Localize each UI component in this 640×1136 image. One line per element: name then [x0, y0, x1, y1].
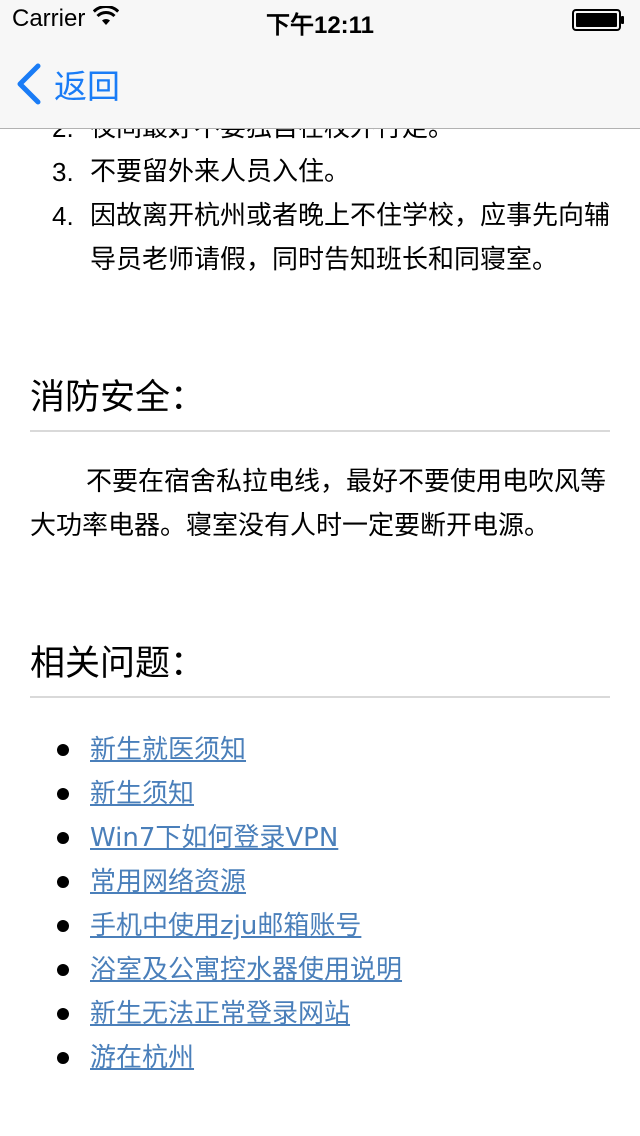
list-item: 手机中使用zju邮箱账号: [0, 904, 640, 948]
related-link[interactable]: 新生无法正常登录网站: [90, 992, 350, 1036]
related-link[interactable]: 新生就医须知: [90, 728, 246, 772]
related-link[interactable]: Win7下如何登录VPN: [90, 816, 338, 860]
bullet-icon: [57, 1052, 69, 1064]
chevron-left-icon: [14, 63, 42, 105]
back-button[interactable]: 返回: [14, 62, 120, 106]
related-link[interactable]: 常用网络资源: [90, 860, 246, 904]
list-item: 浴室及公寓控水器使用说明: [0, 948, 640, 992]
section-heading-fire-safety: 消防安全：: [30, 378, 206, 418]
bullet-icon: [57, 832, 69, 844]
list-number: 4.: [52, 201, 74, 231]
list-text: 不要留外来人员入住。: [90, 157, 351, 187]
list-item: 新生须知: [0, 772, 640, 816]
section-heading-related: 相关问题：: [30, 644, 206, 684]
fire-safety-paragraph: 不要在宿舍私拉电线，最好不要使用电吹风等大功率电器。寝室没有人时一定要断开电源。: [30, 467, 607, 541]
list-item: 新生就医须知: [0, 728, 640, 772]
list-item: 新生无法正常登录网站: [0, 992, 640, 1036]
navigation-bar: 返回: [0, 40, 640, 129]
list-item: Win7下如何登录VPN: [0, 816, 640, 860]
back-label: 返回: [54, 67, 120, 106]
related-link[interactable]: 游在杭州: [90, 1036, 194, 1080]
list-item: 游在杭州: [0, 1036, 640, 1080]
bullet-icon: [57, 744, 69, 756]
battery-icon: [572, 9, 626, 31]
list-item: 常用网络资源: [0, 860, 640, 904]
status-time: 下午12:11: [265, 12, 375, 39]
related-link[interactable]: 新生须知: [90, 772, 194, 816]
article-content[interactable]: 2. 夜间最好不要独自在校外行走。 3. 不要留外来人员入住。 4. 因故离开杭…: [0, 0, 640, 1136]
bullet-icon: [57, 920, 69, 932]
screen: 2. 夜间最好不要独自在校外行走。 3. 不要留外来人员入住。 4. 因故离开杭…: [0, 0, 640, 1136]
bullet-icon: [57, 788, 69, 800]
related-link[interactable]: 手机中使用zju邮箱账号: [90, 904, 361, 948]
related-link[interactable]: 浴室及公寓控水器使用说明: [90, 948, 402, 992]
divider: [30, 696, 610, 698]
status-bar: Carrier 下午12:11: [0, 0, 640, 40]
list-text: 因故离开杭州或者晚上不住学校，应事先向辅导员老师请假，同时告知班长和同寝室。: [90, 201, 611, 275]
related-links-list: 新生就医须知 新生须知 Win7下如何登录VPN 常用网络资源 手机中使用zju…: [0, 728, 640, 1080]
bullet-icon: [57, 964, 69, 976]
divider: [30, 430, 610, 432]
bullet-icon: [57, 1008, 69, 1020]
bullet-icon: [57, 876, 69, 888]
list-number: 3.: [52, 157, 74, 187]
